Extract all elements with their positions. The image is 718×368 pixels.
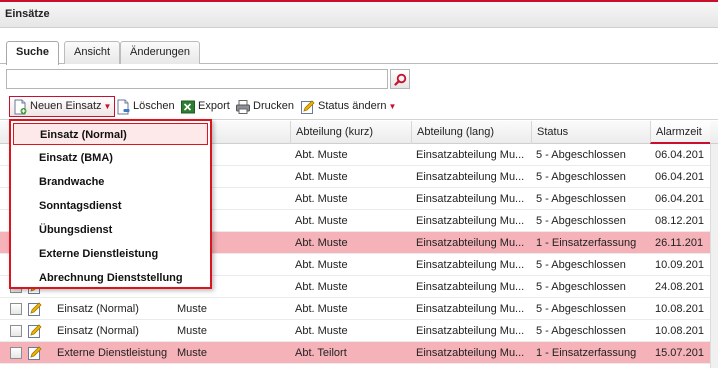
table-row[interactable]: Einsatz (Normal) Muste Abt. Muste Einsatzab… [0,320,718,342]
new-einsatz-button[interactable]: Neuen Einsatz ▼ [9,96,116,117]
search-button[interactable] [390,69,410,89]
edit-icon[interactable] [27,345,43,361]
cell-status: 5 - Abgeschlossen [536,149,626,161]
cell-abteilung-kurz: Abt. Muste [295,149,348,161]
cell-abteilung-kurz: Abt. Muste [295,259,348,271]
cell-abteilung-kurz: Abt. Muste [295,193,348,205]
einsaetze-panel: Einsätze Suche Ansicht Änderungen Neuen … [0,0,718,368]
delete-label: Löschen [133,100,175,112]
print-button[interactable]: Drucken [233,96,297,117]
cell-art: Einsatz (Normal) [57,303,139,315]
new-document-icon [14,99,27,114]
cell-status: 5 - Abgeschlossen [536,171,626,183]
cell-alarmzeit: 06.04.201 [655,171,704,183]
edit-icon[interactable] [27,323,43,339]
header-status[interactable]: Status [531,121,650,144]
cell-abteilung-kurz: Abt. Muste [295,325,348,337]
header-alarmzeit[interactable]: Alarmzeit [650,121,710,144]
cell-abteilung-kurz: Abt. Muste [295,281,348,293]
cell-alarmzeit: 06.04.201 [655,149,704,161]
cell-alarmzeit: 24.08.201 [655,281,704,293]
row-checkbox[interactable] [10,303,22,315]
table-row[interactable]: Einsatz (Normal) Muste Abt. Muste Einsatzab… [0,298,718,320]
cell-name: Muste [177,325,207,337]
cell-abteilung-lang: Einsatzabteilung Mu... [416,303,525,315]
row-checkbox[interactable] [10,347,22,359]
cell-abteilung-lang: Einsatzabteilung Mu... [416,171,525,183]
cell-name: Muste [177,347,207,359]
cell-alarmzeit: 15.07.201 [655,347,704,359]
tab-ansicht[interactable]: Ansicht [64,41,121,64]
table-row[interactable]: Externe Dienstleistung Muste Abt. Teilort E… [0,342,718,364]
cell-status: 5 - Abgeschlossen [536,193,626,205]
magnifier-icon [393,73,406,86]
cell-abteilung-lang: Einsatzabteilung Mu... [416,149,525,161]
cell-alarmzeit: 10.08.201 [655,325,704,337]
new-einsatz-label: Neuen Einsatz [30,100,102,112]
status-change-button[interactable]: Status ändern ▼ [298,96,399,117]
menu-item[interactable]: Einsatz (Normal) [13,123,208,145]
cell-alarmzeit: 26.11.201 [655,237,704,249]
printer-icon [236,99,250,114]
vertical-scrollbar[interactable] [710,144,718,368]
menu-item[interactable]: Abrechnung Dienststellung [13,267,208,289]
tab-suche[interactable]: Suche [6,41,60,65]
export-label: Export [198,100,230,112]
cell-abteilung-kurz: Abt. Muste [295,237,348,249]
cell-abteilung-lang: Einsatzabteilung Mu... [416,215,525,227]
cell-status: 5 - Abgeschlossen [536,259,626,271]
delete-document-icon [117,99,130,114]
delete-button[interactable]: Löschen [113,96,178,117]
dropdown-caret-icon: ▼ [388,102,397,111]
export-button[interactable]: Export [178,96,233,117]
cell-status: 1 - Einsatzerfassung [536,237,637,249]
cell-abteilung-lang: Einsatzabteilung Mu... [416,193,525,205]
new-einsatz-dropdown-menu: Einsatz (Normal) Einsatz (BMA) Brandwache S… [9,119,212,289]
cell-art: Einsatz (Normal) [57,325,139,337]
tab-strip: Suche Ansicht Änderungen [0,36,718,65]
cell-abteilung-lang: Einsatzabteilung Mu... [416,281,525,293]
header-abteilung-kurz[interactable]: Abteilung (kurz) [290,121,411,144]
cell-abteilung-kurz: Abt. Muste [295,171,348,183]
cell-alarmzeit: 08.12.201 [655,215,704,227]
cell-status: 5 - Abgeschlossen [536,303,626,315]
edit-status-icon [301,99,315,114]
cell-status: 5 - Abgeschlossen [536,215,626,227]
cell-abteilung-lang: Einsatzabteilung Mu... [416,325,525,337]
cell-status: 5 - Abgeschlossen [536,325,626,337]
menu-item[interactable]: Brandwache [13,171,208,193]
search-input[interactable] [6,69,388,89]
row-checkbox[interactable] [10,325,22,337]
cell-abteilung-kurz: Abt. Muste [295,215,348,227]
cell-alarmzeit: 10.08.201 [655,303,704,315]
panel-title: Einsätze [0,2,718,28]
edit-icon[interactable] [27,301,43,317]
toolbar: Neuen Einsatz ▼ Löschen Export Drucken S… [0,94,718,120]
print-label: Drucken [253,100,294,112]
cell-abteilung-lang: Einsatzabteilung Mu... [416,347,525,359]
cell-abteilung-kurz: Abt. Teilort [295,347,347,359]
cell-abteilung-kurz: Abt. Muste [295,303,348,315]
cell-alarmzeit: 10.09.201 [655,259,704,271]
menu-item[interactable]: Einsatz (BMA) [13,147,208,169]
excel-export-icon [181,100,195,113]
dropdown-caret-icon: ▼ [103,102,112,111]
menu-item[interactable]: Übungsdienst [13,219,208,241]
cell-alarmzeit: 06.04.201 [655,193,704,205]
header-abteilung-lang[interactable]: Abteilung (lang) [411,121,531,144]
menu-item[interactable]: Externe Dienstleistung [13,243,208,265]
cell-abteilung-lang: Einsatzabteilung Mu... [416,259,525,271]
cell-abteilung-lang: Einsatzabteilung Mu... [416,237,525,249]
menu-item[interactable]: Sonntagsdienst [13,195,208,217]
tab-aenderungen[interactable]: Änderungen [120,41,200,64]
cell-status: 1 - Einsatzerfassung [536,347,637,359]
cell-status: 5 - Abgeschlossen [536,281,626,293]
status-change-label: Status ändern [318,100,387,112]
cell-art: Externe Dienstleistung [57,347,168,359]
cell-name: Muste [177,303,207,315]
